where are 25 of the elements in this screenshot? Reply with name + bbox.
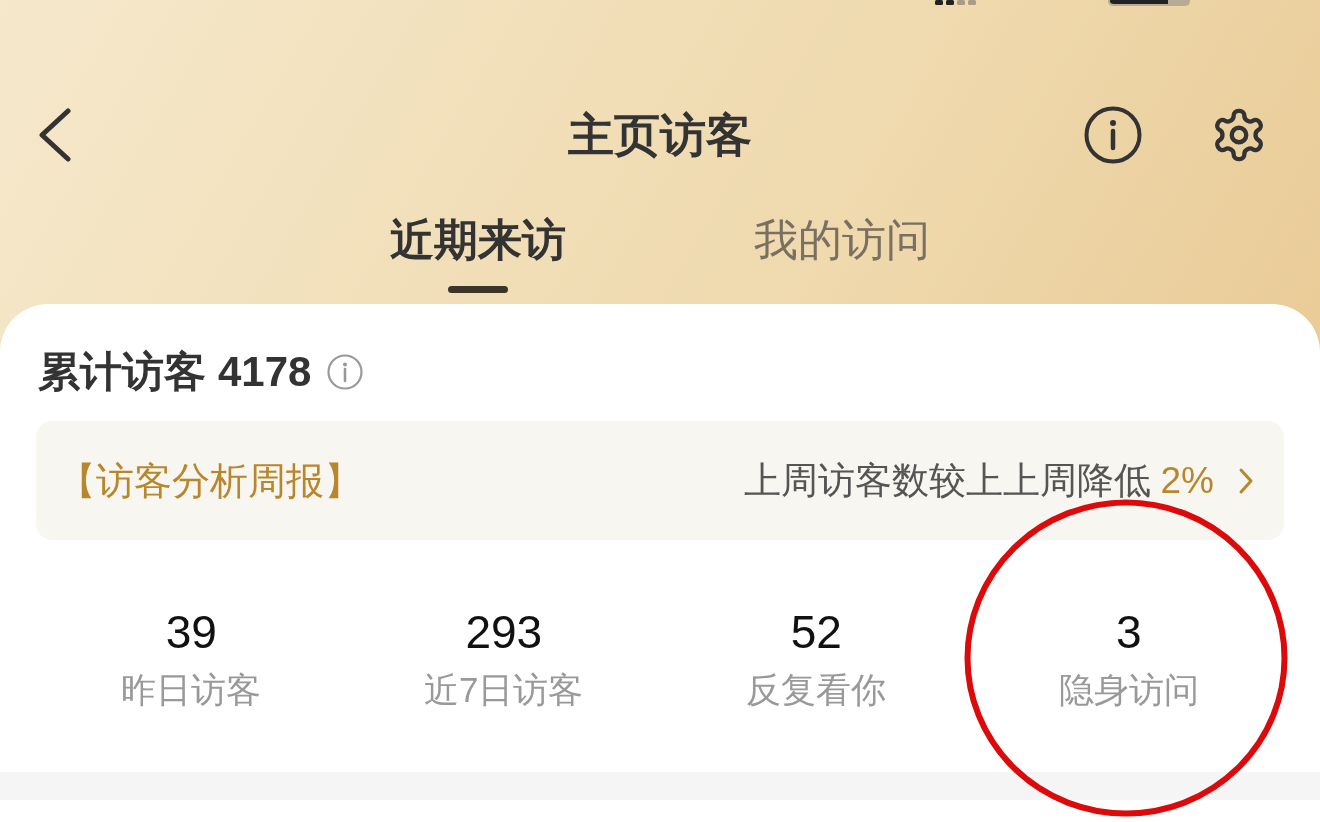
weekly-report-text: 上周访客数较上上周降低 bbox=[743, 458, 1151, 503]
stat-label: 反复看你 bbox=[746, 669, 887, 711]
battery-icon bbox=[1108, 0, 1190, 6]
stat-value: 39 bbox=[165, 606, 217, 658]
signal-icon bbox=[935, 0, 977, 5]
tab-indicator bbox=[448, 286, 508, 293]
weekly-report-banner[interactable]: 【访客分析周报】 上周访客数较上上周降低 2% bbox=[36, 421, 1284, 540]
chevron-right-icon bbox=[1238, 466, 1254, 495]
stat-value: 293 bbox=[465, 606, 543, 658]
total-visitors-count: 4178 bbox=[218, 347, 312, 397]
stat-label: 昨日访客 bbox=[121, 669, 262, 711]
back-icon bbox=[37, 108, 71, 162]
weekly-report-title: 【访客分析周报】 bbox=[58, 458, 362, 504]
stat-value: 3 bbox=[1115, 606, 1142, 658]
info-button[interactable] bbox=[1084, 106, 1142, 164]
info-icon bbox=[1084, 106, 1142, 164]
info-icon[interactable] bbox=[327, 354, 364, 390]
tab[interactable]: 我的访问 bbox=[754, 175, 930, 304]
page-title: 主页访客 bbox=[568, 108, 752, 163]
weekly-change-value: 2% bbox=[1160, 458, 1214, 503]
tab[interactable]: 近期来访 bbox=[390, 175, 566, 304]
stat-label: 隐身访问 bbox=[1058, 669, 1199, 711]
stat-label: 近7日访客 bbox=[424, 669, 584, 711]
stat-value: 52 bbox=[790, 606, 842, 658]
total-visitors-label: 累计访客 bbox=[38, 347, 206, 397]
